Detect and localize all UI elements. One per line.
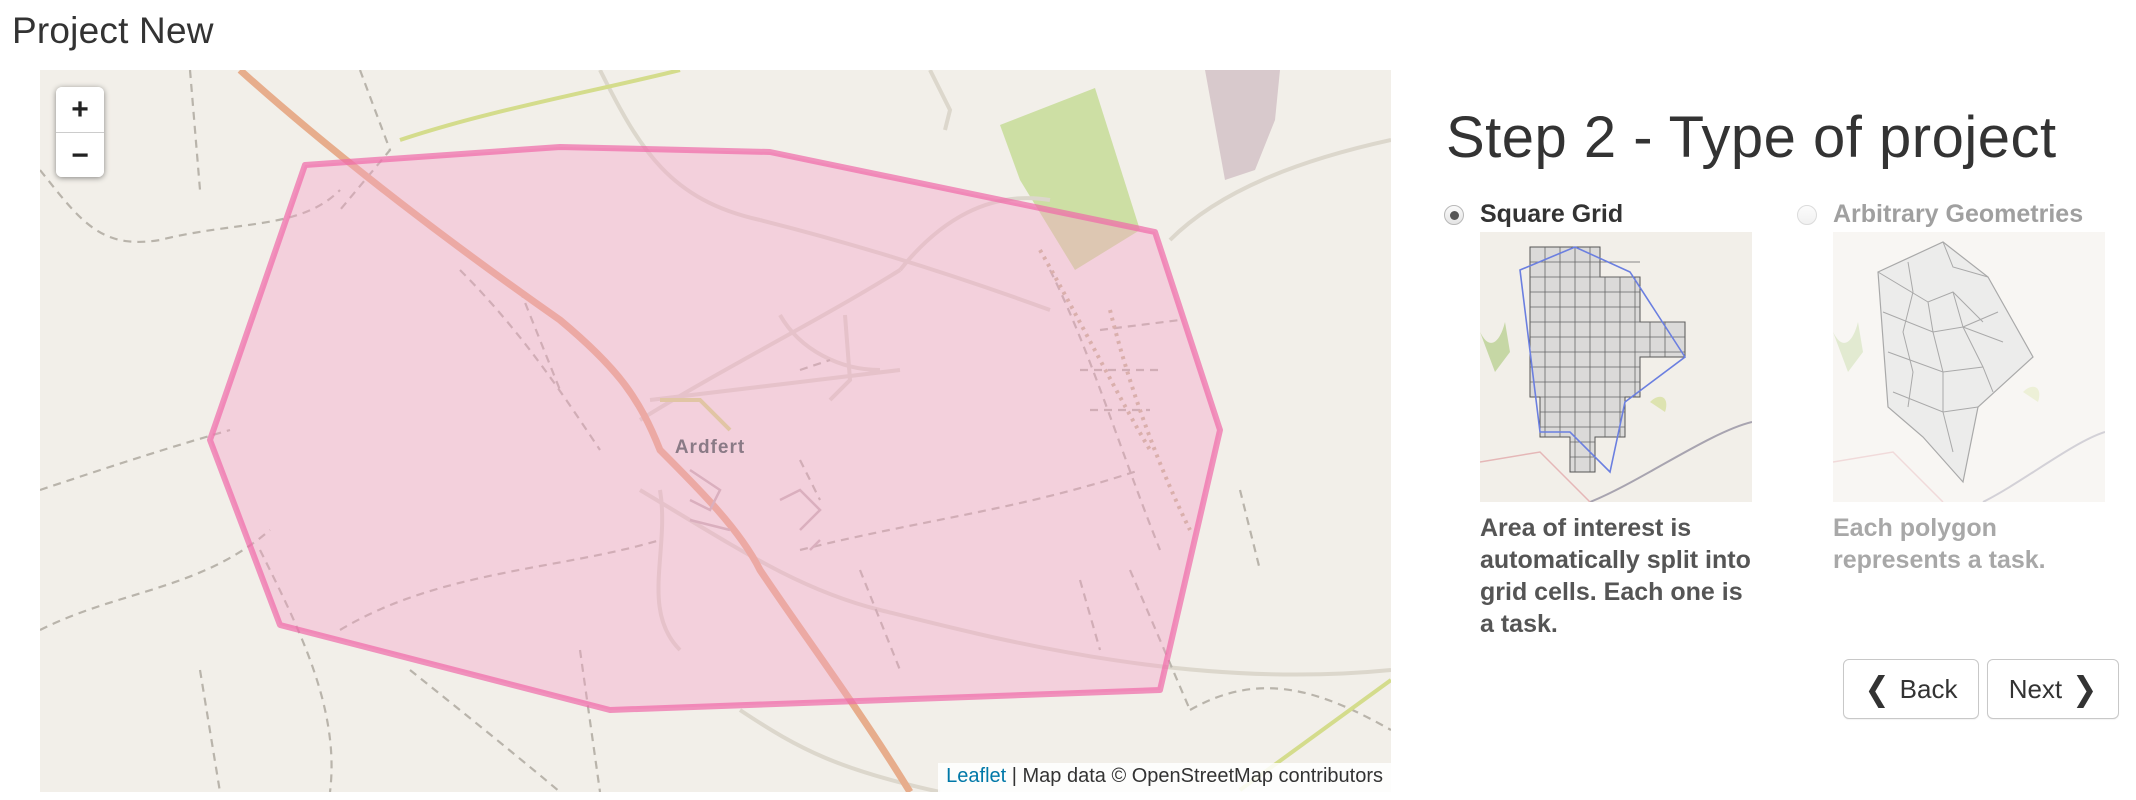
option-description: Each polygon represents a task.: [1833, 514, 2046, 574]
option-header[interactable]: Arbitrary Geometries: [1797, 200, 2127, 229]
square-grid-preview-icon[interactable]: [1480, 232, 1752, 502]
option-header[interactable]: Square Grid: [1444, 200, 1774, 229]
zoom-out-button[interactable]: −: [56, 132, 104, 177]
option-label: Arbitrary Geometries: [1833, 200, 2084, 228]
option-description: Area of interest is automatically split …: [1480, 514, 1751, 638]
zoom-control: + −: [56, 87, 104, 177]
map-tiles: Ardfert: [40, 70, 1391, 792]
zoom-in-button[interactable]: +: [56, 87, 104, 132]
chevron-right-icon: ❯: [2072, 670, 2098, 708]
square-grid-radio[interactable]: [1444, 204, 1464, 225]
area-of-interest-polygon: [207, 144, 1223, 713]
back-button-label: Back: [1899, 673, 1958, 704]
arbitrary-geometries-radio[interactable]: [1797, 204, 1817, 225]
arbitrary-geometries-preview-icon[interactable]: [1833, 232, 2105, 502]
leaflet-link[interactable]: Leaflet: [946, 765, 1006, 787]
step-title: Step 2 - Type of project: [1446, 105, 2057, 170]
map[interactable]: Ardfert + − Leaflet | Map data © OpenStr…: [40, 70, 1391, 792]
page-title: Project New: [12, 10, 214, 51]
option-arbitrary-geometries[interactable]: Arbitrary Geometries Each polygon repres…: [1797, 200, 2127, 574]
map-attribution: Leaflet | Map data © OpenStreetMap contr…: [938, 763, 1391, 792]
attribution-text: | Map data © OpenStreetMap contributors: [1006, 765, 1383, 787]
chevron-left-icon: ❮: [1864, 670, 1890, 708]
next-button[interactable]: Next ❯: [1987, 659, 2119, 719]
option-square-grid[interactable]: Square Grid Area of interest is automati…: [1444, 200, 1774, 638]
option-label: Square Grid: [1480, 200, 1624, 228]
next-button-label: Next: [2008, 673, 2063, 704]
back-button[interactable]: ❮ Back: [1843, 659, 1979, 719]
place-label: Ardfert: [675, 437, 745, 458]
